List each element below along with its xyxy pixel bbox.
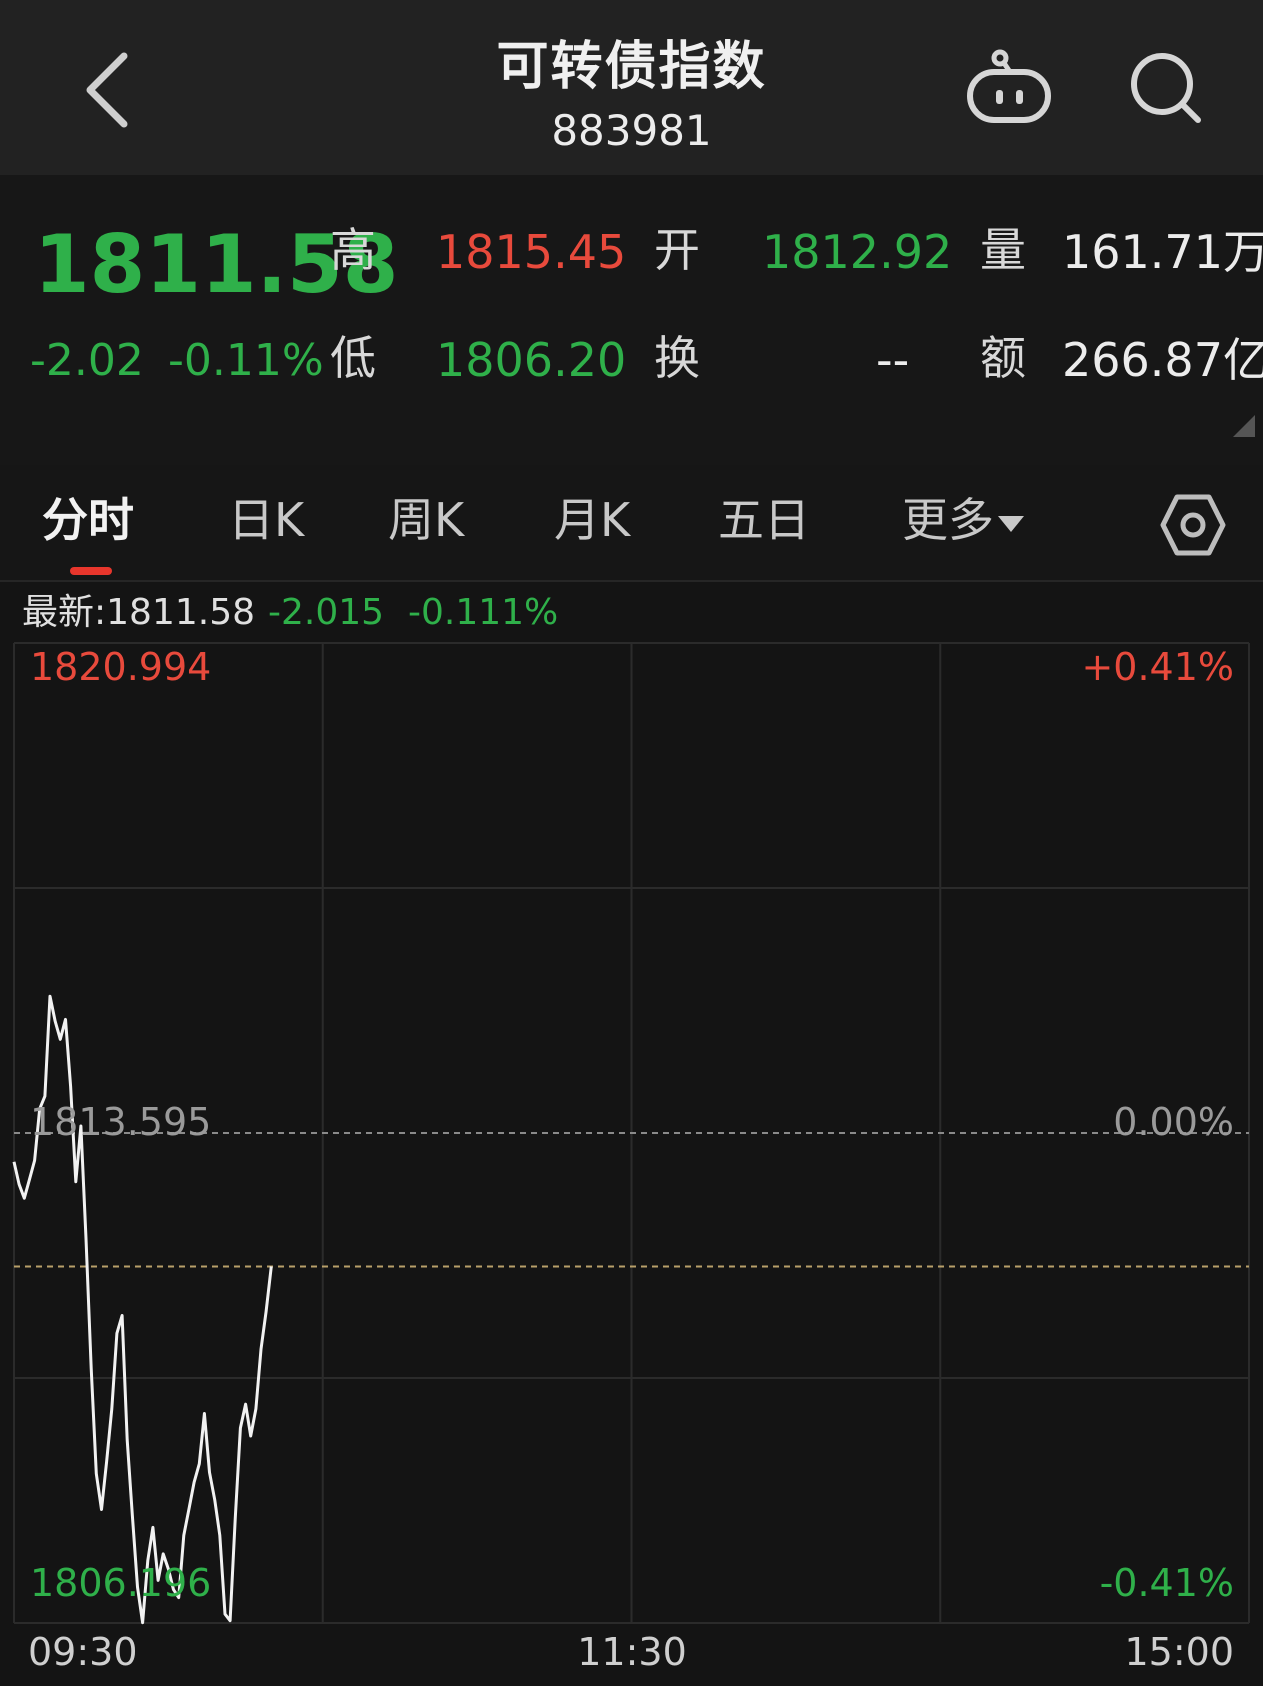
x-label-close: 15:00 (1124, 1630, 1234, 1674)
latest-price-label: 最新:1811.58 (22, 592, 255, 633)
open-value: 1812.92 (762, 225, 953, 279)
active-tab-indicator (70, 567, 112, 575)
quote-panel: 1811.58 -2.02 -0.11% 高 1815.45 低 1806.20… (0, 175, 1263, 465)
latest-change: -2.015 (268, 592, 385, 633)
robot-assistant-icon[interactable] (964, 48, 1054, 128)
latest-change-pct: -0.111% (408, 592, 559, 633)
y-max-label: 1820.994 (30, 645, 211, 689)
y-min-label: 1806.196 (30, 1561, 211, 1605)
tab-weekly-k[interactable]: 周K (388, 497, 464, 543)
amount-value: 266.87亿 (1062, 333, 1263, 387)
expand-corner-icon[interactable] (1233, 415, 1255, 437)
index-title: 可转债指数 (496, 37, 767, 97)
y-mid-label: 1813.595 (30, 1100, 211, 1144)
price-series-line (12, 994, 273, 1625)
high-label: 高 (330, 223, 376, 277)
pct-min-label: -0.41% (1100, 1561, 1234, 1605)
x-label-open: 09:30 (28, 1630, 138, 1674)
tab-daily-k[interactable]: 日K (228, 497, 304, 543)
low-label: 低 (330, 331, 376, 385)
turnover-value: -- (876, 333, 910, 387)
price-change: -2.02 (30, 335, 144, 386)
high-value: 1815.45 (436, 225, 627, 279)
amount-label: 额 (980, 331, 1026, 385)
open-label: 开 (654, 223, 700, 277)
x-label-midday: 11:30 (577, 1630, 687, 1674)
settings-icon[interactable] (1160, 492, 1226, 558)
chart-period-tabs: 分时 日K 周K 月K 五日 更多 (0, 465, 1263, 582)
pct-max-label: +0.41% (1081, 645, 1234, 689)
tab-more-label: 更多 (902, 493, 994, 547)
tab-five-day[interactable]: 五日 (718, 497, 810, 543)
volume-value: 161.71万 (1062, 225, 1263, 279)
top-bar: 可转债指数 883981 (0, 0, 1263, 175)
tab-monthly-k[interactable]: 月K (554, 497, 630, 543)
tab-intraday[interactable]: 分时 (42, 497, 134, 543)
volume-label: 量 (980, 223, 1026, 277)
search-icon[interactable] (1128, 50, 1206, 128)
index-code: 883981 (551, 106, 712, 155)
pct-mid-label: 0.00% (1113, 1100, 1234, 1144)
tab-more[interactable]: 更多 (902, 497, 1024, 543)
low-value: 1806.20 (436, 333, 627, 387)
price-change-pct: -0.11% (168, 335, 324, 386)
intraday-chart[interactable]: 1820.994 1813.595 1806.196 +0.41% 0.00% … (0, 635, 1263, 1686)
chevron-down-icon (998, 515, 1024, 532)
turnover-label: 换 (654, 331, 700, 385)
